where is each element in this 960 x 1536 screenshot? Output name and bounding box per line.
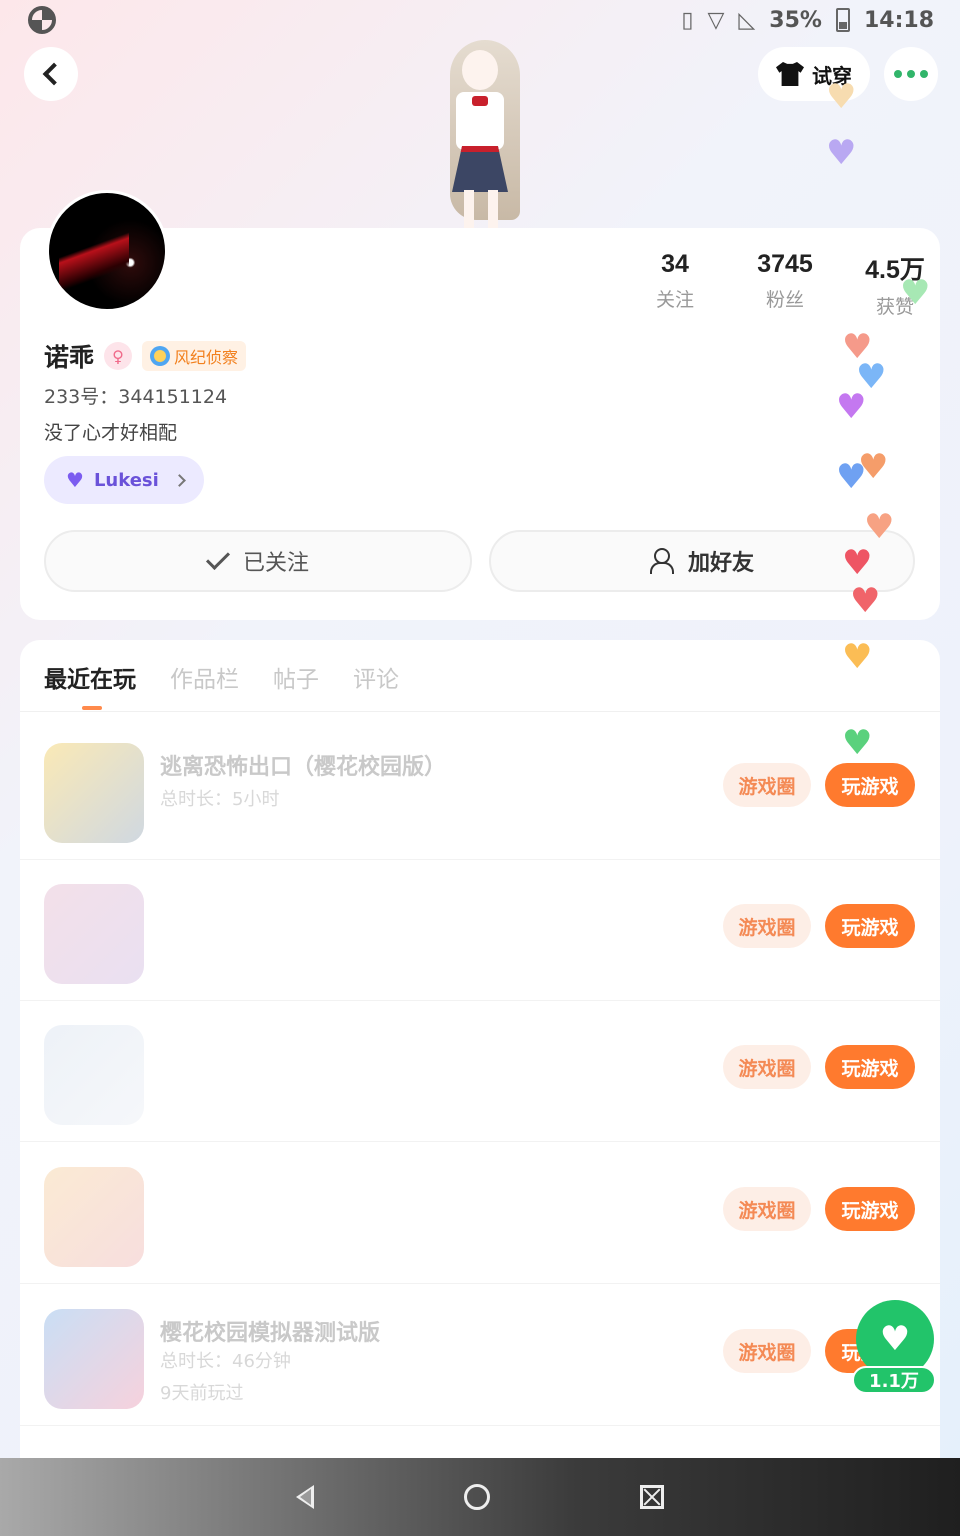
dot-icon <box>894 70 902 78</box>
add-person-icon <box>649 548 674 574</box>
avatar[interactable] <box>46 190 168 312</box>
system-nav-bar <box>0 1458 960 1536</box>
game-title: 樱花校园模拟器测试版 <box>160 1321 381 1346</box>
username: 诺乖 <box>44 343 95 372</box>
heart-icon: ♥ <box>879 1319 911 1359</box>
floating-heart-icon: ♥ <box>842 723 873 763</box>
shirt-icon <box>776 62 804 86</box>
game-circle-button[interactable]: 游戏圈 <box>723 1045 811 1089</box>
game-row[interactable]: 游戏圈 玩游戏 <box>20 1001 940 1142</box>
title-badge[interactable]: 风纪侦察 <box>142 341 247 371</box>
play-game-button[interactable]: 玩游戏 <box>825 763 915 807</box>
stat-fans[interactable]: 3745 粉丝 <box>730 250 840 319</box>
wifi-icon: ▽ <box>707 7 725 33</box>
check-icon <box>205 545 231 571</box>
game-last-played: 9天前玩过 <box>160 1383 244 1404</box>
battery-percent: 35% <box>769 7 822 33</box>
app-notification-icon <box>28 6 56 34</box>
floating-heart-icon: ♥ <box>864 507 895 547</box>
status-bar: ▯ ▽ ◺ 35% 14:18 <box>0 0 960 40</box>
game-circle-button[interactable]: 游戏圈 <box>723 904 811 948</box>
more-button[interactable] <box>884 47 938 101</box>
tab-posts[interactable]: 帖子 <box>273 660 319 694</box>
tab-works[interactable]: 作品栏 <box>170 660 239 694</box>
game-circle-button[interactable]: 游戏圈 <box>723 1187 811 1231</box>
user-id: 233号：344151124 <box>44 386 228 408</box>
floating-heart-icon: ♥ <box>836 387 867 427</box>
status-right: ▯ ▽ ◺ 35% 14:18 <box>681 4 934 36</box>
play-game-button[interactable]: 玩游戏 <box>825 1045 915 1089</box>
name-row: 诺乖 ♀ 风纪侦察 <box>44 338 247 374</box>
back-button[interactable] <box>24 47 78 101</box>
play-game-button[interactable]: 玩游戏 <box>825 904 915 948</box>
badge-label: 风纪侦察 <box>174 348 239 367</box>
stat-label: 粉丝 <box>765 289 804 311</box>
floating-heart-icon: ♥ <box>842 543 873 583</box>
stat-value: 4.5万 <box>865 256 925 284</box>
game-circle-button[interactable]: 游戏圈 <box>723 1329 811 1373</box>
badge-icon <box>150 346 171 366</box>
vibrate-icon: ▯ <box>681 7 694 33</box>
game-circle-button[interactable]: 游戏圈 <box>723 763 811 807</box>
dot-icon <box>907 70 915 78</box>
bio: 没了心才好相配 <box>44 422 178 444</box>
game-duration: 总时长：46分钟 <box>160 1351 291 1372</box>
cp-chip[interactable]: ♥ Lukesi <box>44 456 204 504</box>
stat-label: 关注 <box>655 289 694 311</box>
stat-value: 3745 <box>757 250 813 278</box>
game-thumbnail[interactable] <box>44 1309 144 1409</box>
nav-recents-icon[interactable] <box>640 1485 664 1509</box>
game-thumbnail[interactable] <box>44 1025 144 1125</box>
add-friend-label: 加好友 <box>687 551 754 576</box>
game-row[interactable]: 游戏圈 玩游戏 <box>20 860 940 1001</box>
game-duration: 总时长：5小时 <box>160 789 280 810</box>
nav-home-icon[interactable] <box>464 1484 490 1510</box>
game-row[interactable]: 樱花校园模拟器测试版 总时长：46分钟 9天前玩过 游戏圈 玩游戏 <box>20 1285 940 1426</box>
tab-indicator <box>82 706 102 710</box>
female-icon: ♀ <box>104 342 133 370</box>
battery-icon <box>835 8 850 32</box>
avatar-figure[interactable] <box>420 40 540 230</box>
game-thumbnail[interactable] <box>44 743 144 843</box>
chevron-left-icon <box>42 62 66 86</box>
floating-heart-icon: ♥ <box>842 637 873 677</box>
followed-label: 已关注 <box>242 551 309 576</box>
stat-likes[interactable]: 4.5万 获赞 <box>840 250 950 319</box>
chevron-right-icon <box>172 473 186 487</box>
divider <box>20 711 940 712</box>
heart-icon: ♥ <box>66 468 84 492</box>
followed-button[interactable]: 已关注 <box>44 530 472 592</box>
clock: 14:18 <box>863 7 934 33</box>
game-thumbnail[interactable] <box>44 1167 144 1267</box>
stat-value: 34 <box>661 250 689 278</box>
floating-heart-icon: ♥ <box>850 581 881 621</box>
cp-name: Lukesi <box>93 469 159 491</box>
dot-icon <box>920 70 928 78</box>
game-row[interactable]: 逃离恐怖出口（樱花校园版） 总时长：5小时 游戏圈 玩游戏 <box>20 719 940 860</box>
floating-heart-icon: ♥ <box>900 273 931 313</box>
floating-heart-icon: ♥ <box>836 457 867 497</box>
floating-heart-icon: ♥ <box>826 133 857 173</box>
no-sim-icon: ◺ <box>738 7 756 33</box>
tab-bar: 最近在玩 作品栏 帖子 评论 <box>44 660 399 694</box>
tab-comments[interactable]: 评论 <box>353 660 399 694</box>
like-count: 1.1万 <box>852 1366 936 1394</box>
tab-recent[interactable]: 最近在玩 <box>44 660 136 694</box>
nav-back-icon[interactable] <box>296 1485 314 1509</box>
game-row[interactable]: 游戏圈 玩游戏 <box>20 1143 940 1284</box>
game-thumbnail[interactable] <box>44 884 144 984</box>
play-game-button[interactable]: 玩游戏 <box>825 1187 915 1231</box>
game-title: 逃离恐怖出口（樱花校园版） <box>160 755 447 780</box>
floating-heart-icon: ♥ <box>826 77 857 117</box>
stat-following[interactable]: 34 关注 <box>620 250 730 319</box>
stat-label: 获赞 <box>875 296 914 318</box>
